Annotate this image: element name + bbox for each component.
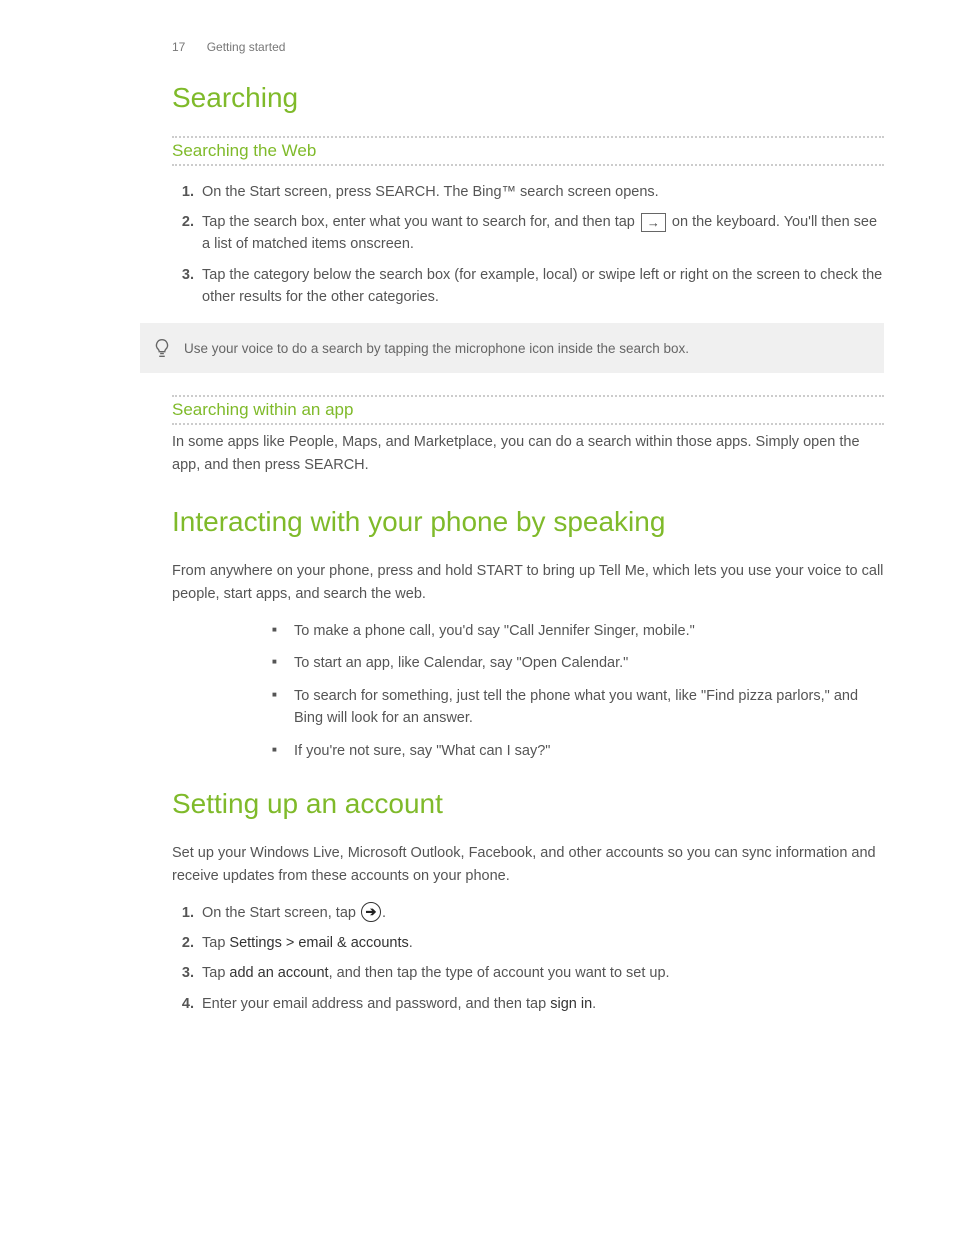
step-text: Tap the category below the search box (f… (202, 267, 882, 305)
step-text: Tap (202, 935, 229, 951)
list-text: To make a phone call, you'd say "Call Je… (294, 623, 695, 639)
step-item: On the Start screen, tap ➔. (198, 902, 884, 924)
step-text: . (592, 996, 596, 1012)
body-account: Set up your Windows Live, Microsoft Outl… (172, 842, 884, 887)
step-text: On the Start screen, tap (202, 905, 360, 921)
step-text: . (409, 935, 413, 951)
list-item: To make a phone call, you'd say "Call Je… (272, 620, 884, 642)
tip-icon-column (140, 337, 184, 359)
subheading-searching-app: Searching within an app (172, 400, 884, 425)
page-header: 17 Getting started (172, 40, 884, 54)
bold-text: add an account (229, 965, 328, 981)
steps-account: On the Start screen, tap ➔. Tap Settings… (172, 902, 884, 1016)
subheading-searching-web: Searching the Web (172, 141, 884, 166)
step-item: On the Start screen, press SEARCH. The B… (198, 181, 884, 203)
list-text: To search for something, just tell the p… (294, 688, 858, 726)
list-text: To start an app, like Calendar, say "Ope… (294, 655, 628, 671)
heading-speaking: Interacting with your phone by speaking (172, 506, 884, 538)
lightbulb-icon (151, 337, 173, 359)
step-text: On the Start screen, press SEARCH. The B… (202, 184, 659, 200)
body-speaking: From anywhere on your phone, press and h… (172, 560, 884, 605)
step-text: Tap the search box, enter what you want … (202, 214, 639, 230)
arrow-circle-icon: ➔ (361, 902, 381, 922)
step-item: Tap the search box, enter what you want … (198, 211, 884, 256)
go-arrow-icon: → (641, 213, 666, 232)
bold-text: Settings > email & accounts (229, 935, 408, 951)
section-name: Getting started (207, 40, 286, 54)
speaking-bullet-list: To make a phone call, you'd say "Call Je… (272, 620, 884, 762)
step-text: . (382, 905, 386, 921)
heading-account: Setting up an account (172, 788, 884, 820)
tip-box: Use your voice to do a search by tapping… (140, 323, 884, 373)
bold-text: sign in (550, 996, 592, 1012)
steps-searching-web: On the Start screen, press SEARCH. The B… (172, 181, 884, 309)
document-page: 17 Getting started Searching Searching t… (0, 0, 954, 1070)
step-text: Tap (202, 965, 229, 981)
step-item: Tap add an account, and then tap the typ… (198, 962, 884, 984)
body-searching-app: In some apps like People, Maps, and Mark… (172, 431, 884, 476)
page-number: 17 (172, 40, 185, 54)
dotted-divider (172, 395, 884, 397)
list-text: If you're not sure, say "What can I say?… (294, 743, 550, 759)
heading-searching: Searching (172, 82, 884, 114)
list-item: If you're not sure, say "What can I say?… (272, 740, 884, 762)
step-item: Tap Settings > email & accounts. (198, 932, 884, 954)
step-item: Enter your email address and password, a… (198, 993, 884, 1015)
tip-text: Use your voice to do a search by tapping… (184, 341, 689, 356)
step-text: , and then tap the type of account you w… (329, 965, 670, 981)
dotted-divider (172, 136, 884, 138)
list-item: To start an app, like Calendar, say "Ope… (272, 652, 884, 674)
list-item: To search for something, just tell the p… (272, 685, 884, 730)
step-text: Enter your email address and password, a… (202, 996, 550, 1012)
step-item: Tap the category below the search box (f… (198, 264, 884, 309)
